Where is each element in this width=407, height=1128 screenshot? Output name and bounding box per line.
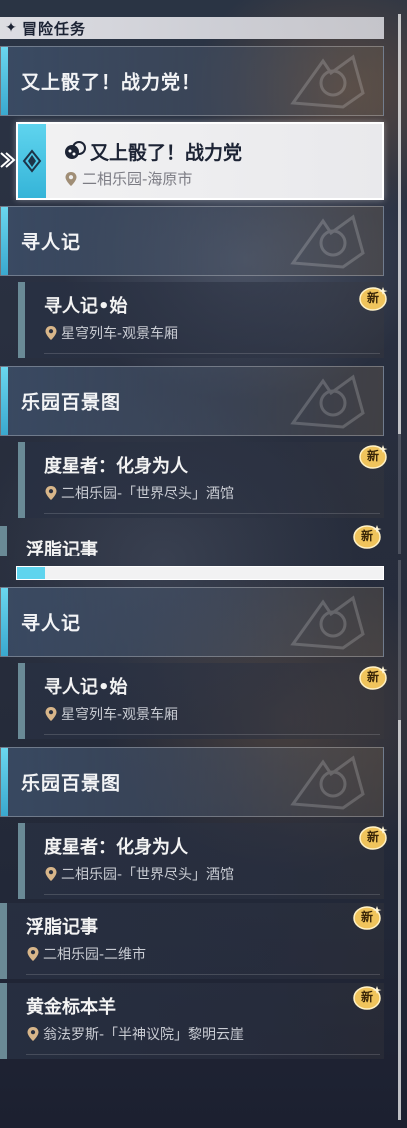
new-badge: 新 (358, 824, 388, 850)
quest-location: 二相乐园-「世界尽头」酒馆 (44, 864, 234, 884)
selected-card-sliver (16, 566, 384, 580)
category-title: 乐园百景图 (21, 391, 122, 414)
location-pin-icon (44, 866, 58, 882)
quest-title: 浮脂记事 (26, 917, 98, 938)
quest-title: 寻人记•始 (44, 677, 128, 698)
new-badge: 新 (358, 443, 388, 469)
diamond-sparkle-icon: ✦ (5, 20, 17, 36)
selected-quest-card[interactable]: 又上骰了！战力党 二相乐园-海原市 (16, 122, 384, 200)
new-badge: 新 (352, 984, 382, 1010)
selected-quest-location: 二相乐园-海原市 (64, 168, 192, 189)
new-badge: 新 (358, 285, 388, 311)
category-emblem-icon (283, 53, 373, 111)
section-header: ✦ 冒险任务 (0, 17, 384, 39)
scrollbar-thumb-a[interactable] (398, 14, 401, 434)
quest-title: 黄金标本羊 (26, 997, 116, 1018)
category-emblem-icon (283, 754, 373, 812)
category-top[interactable]: 又上骰了！战力党！ (0, 46, 384, 116)
quest-location: 翁法罗斯-「半神议院」黎明云崖 (26, 1024, 244, 1044)
quest-item[interactable]: 度星者：化身为人 二相乐园-「世界尽头」酒馆 (18, 442, 384, 518)
location-pin-icon (44, 706, 58, 722)
category-title: 寻人记 (21, 612, 82, 635)
quest-title: 浮脂记事 (26, 540, 98, 556)
category-xunren[interactable]: 寻人记 (0, 206, 384, 276)
dice-icon (65, 141, 86, 159)
diamond-marker-icon (22, 149, 42, 173)
location-pin-icon (26, 946, 40, 962)
category-emblem-icon (283, 373, 373, 431)
category-title: 又上骰了！战力党！ (21, 71, 202, 94)
quest-location: 星穹列车-观景车厢 (44, 704, 178, 724)
quest-location: 二相乐园-二维市 (26, 944, 146, 964)
category-emblem-icon (283, 213, 373, 271)
location-pin-icon (44, 485, 58, 501)
selected-quest-title: 又上骰了！战力党 (90, 142, 243, 164)
quest-title: 寻人记•始 (44, 296, 128, 317)
quest-item[interactable]: 寻人记•始 星穹列车-观景车厢 (18, 282, 384, 358)
quest-item[interactable]: 浮脂记事 二相乐园-二维市 (0, 903, 384, 979)
quest-item[interactable]: 黄金标本羊 翁法罗斯-「半神议院」黎明云崖 (0, 983, 384, 1059)
section-title: 冒险任务 (22, 19, 87, 38)
category-title: 寻人记 (21, 231, 82, 254)
category-emblem-icon (283, 594, 373, 652)
location-pin-icon (26, 1026, 40, 1042)
quest-title: 度星者：化身为人 (44, 837, 188, 858)
selection-arrow-icon (0, 152, 16, 168)
quest-item[interactable]: 寻人记•始 星穹列车-观景车厢 (18, 663, 384, 739)
quest-title: 度星者：化身为人 (44, 456, 188, 477)
scrollbar-thumb-b[interactable] (398, 720, 401, 1120)
quest-location: 二相乐园-「世界尽头」酒馆 (44, 483, 234, 503)
location-pin-icon (44, 325, 58, 341)
selected-stripe (18, 124, 46, 198)
category-xunren[interactable]: 寻人记 (0, 587, 384, 657)
new-badge: 新 (358, 664, 388, 690)
new-badge: 新 (352, 904, 382, 930)
category-leyuan[interactable]: 乐园百景图 (0, 747, 384, 817)
category-title: 乐园百景图 (21, 772, 122, 795)
new-badge: 新 (352, 523, 382, 549)
partial-quest-item[interactable]: 浮脂记事 (0, 526, 384, 556)
quest-item[interactable]: 度星者：化身为人 二相乐园-「世界尽头」酒馆 (18, 823, 384, 899)
quest-location: 星穹列车-观景车厢 (44, 323, 178, 343)
category-leyuan[interactable]: 乐园百景图 (0, 366, 384, 436)
location-pin-icon (64, 171, 78, 187)
